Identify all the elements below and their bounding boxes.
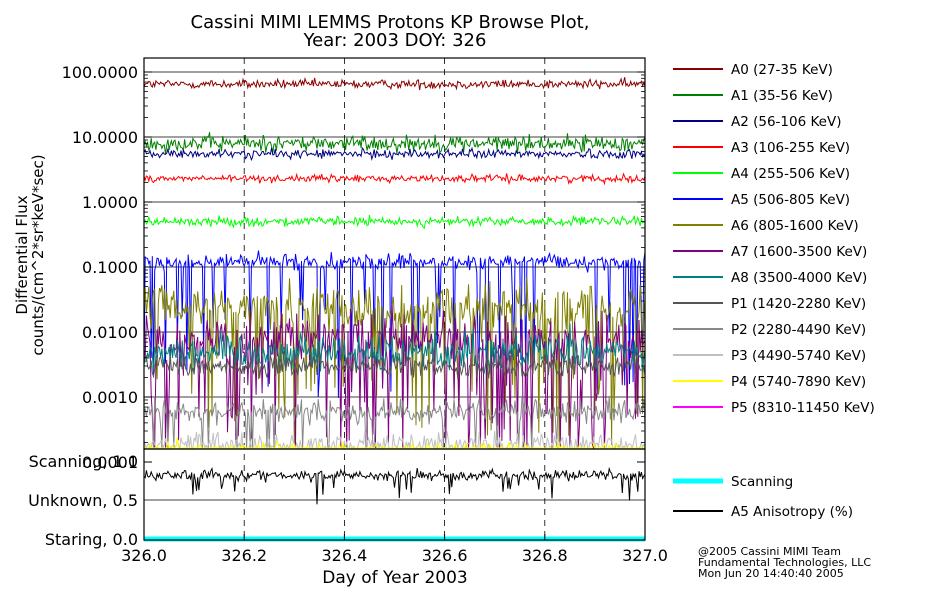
x-tick-label: 326.6 — [422, 546, 468, 565]
x-tick-label: 326.2 — [221, 546, 267, 565]
legend-item: A7 (1600-3500 KeV) — [673, 244, 867, 260]
legend-item: A6 (805-1600 KeV) — [673, 218, 859, 234]
legend-item: A2 (56-106 KeV) — [673, 114, 841, 130]
series-line-a0 — [143, 77, 646, 91]
legend-label: P3 (4490-5740 KeV) — [731, 348, 866, 364]
legend-item: A5 (506-805 KeV) — [673, 192, 850, 208]
x-tick-label: 327.0 — [622, 546, 668, 565]
status-tick-label: Scanning, 1.0 — [29, 452, 138, 471]
series-layer — [143, 77, 646, 542]
legend-label: A1 (35-56 KeV) — [731, 88, 833, 104]
y-tick-label: 0.0010 — [82, 388, 138, 407]
legend-item: A3 (106-255 KeV) — [673, 140, 850, 156]
series-line-a2 — [143, 146, 646, 162]
legend-label: A3 (106-255 KeV) — [731, 140, 850, 156]
legend-item: A8 (3500-4000 KeV) — [673, 270, 867, 286]
legend-label: P1 (1420-2280 KeV) — [731, 296, 866, 312]
y-axis-label-line2: counts/(cm^2*sr*keV*sec) — [29, 154, 47, 355]
x-tick-label: 326.4 — [321, 546, 367, 565]
y-tick-label: 0.1000 — [82, 258, 138, 277]
legend-label: Scanning — [731, 474, 793, 490]
legend: A0 (27-35 KeV) A1 (35-56 KeV) A2 (56-106 K… — [673, 62, 875, 520]
legend-item: A4 (255-506 KeV) — [673, 166, 850, 182]
legend-item: P2 (2280-4490 KeV) — [673, 322, 866, 338]
legend-label: A7 (1600-3500 KeV) — [731, 244, 867, 260]
legend-label: A8 (3500-4000 KeV) — [731, 270, 867, 286]
legend-item: A0 (27-35 KeV) — [673, 62, 833, 78]
status-tick-label: Unknown, 0.5 — [28, 491, 138, 510]
y-tick-label: 1.0000 — [82, 193, 138, 212]
chart-subtitle: Year: 2003 DOY: 326 — [303, 30, 487, 51]
legend-item: A5 Anisotropy (%) — [673, 504, 853, 520]
legend-label: A5 Anisotropy (%) — [731, 504, 853, 520]
series-line-a5-anisotropy — [143, 466, 646, 505]
legend-label: P2 (2280-4490 KeV) — [731, 322, 866, 338]
legend-item: P5 (8310-11450 KeV) — [673, 400, 875, 416]
legend-label: A5 (506-805 KeV) — [731, 192, 850, 208]
legend-label: A4 (255-506 KeV) — [731, 166, 850, 182]
y-tick-label: 10.0000 — [72, 128, 138, 147]
legend-item: P4 (5740-7890 KeV) — [673, 374, 866, 390]
legend-item: A1 (35-56 KeV) — [673, 88, 833, 104]
legend-item: P3 (4490-5740 KeV) — [673, 348, 866, 364]
legend-item: P1 (1420-2280 KeV) — [673, 296, 866, 312]
legend-label: A0 (27-35 KeV) — [731, 62, 833, 78]
legend-label: P4 (5740-7890 KeV) — [731, 374, 866, 390]
x-tick-label: 326.0 — [121, 546, 167, 565]
legend-label: A2 (56-106 KeV) — [731, 114, 841, 130]
chart-canvas: Cassini MIMI LEMMS Protons KP Browse Plo… — [13, 12, 875, 588]
legend-label: A6 (805-1600 KeV) — [731, 218, 859, 234]
flux-panel-frame — [143, 57, 646, 450]
legend-label: P5 (8310-11450 KeV) — [731, 400, 875, 416]
y-tick-label: 100.0000 — [62, 63, 138, 82]
credit-line-3: Mon Jun 20 14:40:40 2005 — [698, 567, 844, 580]
legend-item: Scanning — [673, 474, 793, 490]
x-axis-label: Day of Year 2003 — [322, 568, 467, 588]
series-line-a3 — [143, 172, 646, 186]
x-tick-label: 326.8 — [522, 546, 568, 565]
status-panel-frame — [143, 448, 646, 541]
y-tick-label: 0.0100 — [82, 323, 138, 342]
series-line-a4 — [143, 214, 646, 230]
